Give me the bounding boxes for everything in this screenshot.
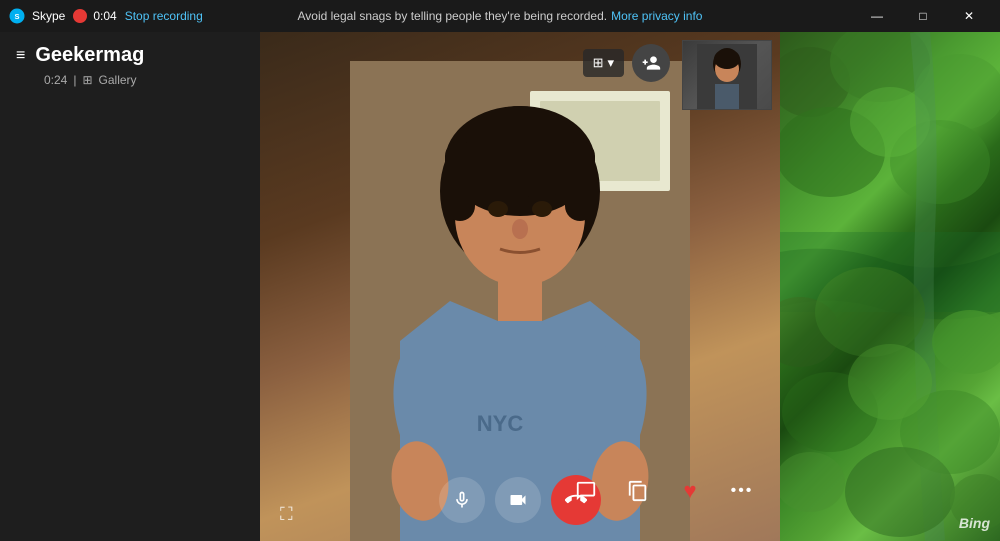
thumbnail-inner (683, 41, 771, 109)
main-container: ≡ Geekermag 0:24 | ⊞ Gallery (0, 32, 1000, 541)
microphone-icon (452, 490, 472, 510)
more-options-icon: ••• (731, 482, 754, 500)
camera-icon (508, 490, 528, 510)
window-button[interactable] (620, 473, 656, 509)
react-heart-button[interactable]: ♥ (672, 473, 708, 509)
layout-icon: ⊞ (593, 55, 604, 71)
app-name: Skype (32, 9, 65, 23)
stop-recording-link[interactable]: Stop recording (125, 9, 203, 23)
chat-icon (575, 480, 597, 502)
title-bar: S Skype 0:04 Stop recording Avoid legal … (0, 0, 1000, 32)
mute-microphone-button[interactable] (439, 477, 485, 523)
skype-logo: S Skype (8, 7, 65, 25)
separator: | (73, 73, 76, 87)
maximize-button[interactable]: □ (900, 0, 946, 32)
contact-name: Geekermag (35, 44, 144, 67)
top-controls: ⊞ ▾ (583, 44, 670, 82)
legal-notice-text: Avoid legal snags by telling people they… (298, 9, 608, 23)
gallery-label[interactable]: Gallery (99, 73, 137, 87)
bottom-controls: ♥ ••• (260, 475, 780, 525)
recording-timer: 0:04 (93, 9, 116, 23)
chat-button[interactable] (568, 473, 604, 509)
aerial-image (780, 32, 1000, 541)
heart-icon: ♥ (683, 478, 696, 504)
window-icon (627, 480, 649, 502)
sidebar: ≡ Geekermag 0:24 | ⊞ Gallery (0, 32, 260, 541)
layout-button[interactable]: ⊞ ▾ (583, 49, 624, 77)
thumbnail-person (697, 44, 757, 109)
add-person-icon (641, 53, 661, 73)
window-controls: — □ ✕ (854, 0, 992, 32)
recording-dot (73, 9, 87, 23)
svg-text:S: S (14, 12, 19, 21)
close-button[interactable]: ✕ (946, 0, 992, 32)
sidebar-header: ≡ Geekermag (16, 44, 244, 67)
toggle-camera-button[interactable] (495, 477, 541, 523)
right-controls: ♥ ••• (568, 473, 760, 509)
call-duration: 0:24 (44, 73, 67, 87)
add-participant-button[interactable] (632, 44, 670, 82)
thumbnail-video (682, 40, 772, 110)
legal-notice-bar: Avoid legal snags by telling people they… (298, 9, 703, 23)
skype-icon: S (8, 7, 26, 25)
main-person-silhouette: NYC (350, 61, 690, 541)
privacy-link[interactable]: More privacy info (611, 9, 702, 23)
svg-text:NYC: NYC (477, 411, 524, 436)
bing-background: Bing (780, 32, 1000, 541)
video-area: NYC (260, 32, 780, 541)
gallery-icon: ⊞ (82, 73, 92, 87)
call-info: 0:24 | ⊞ Gallery (44, 73, 244, 87)
hamburger-menu-icon[interactable]: ≡ (16, 47, 25, 65)
more-options-button[interactable]: ••• (724, 473, 760, 509)
right-panel: Bing (780, 32, 1000, 541)
layout-chevron: ▾ (607, 55, 614, 71)
bing-logo: Bing (959, 515, 990, 531)
minimize-button[interactable]: — (854, 0, 900, 32)
